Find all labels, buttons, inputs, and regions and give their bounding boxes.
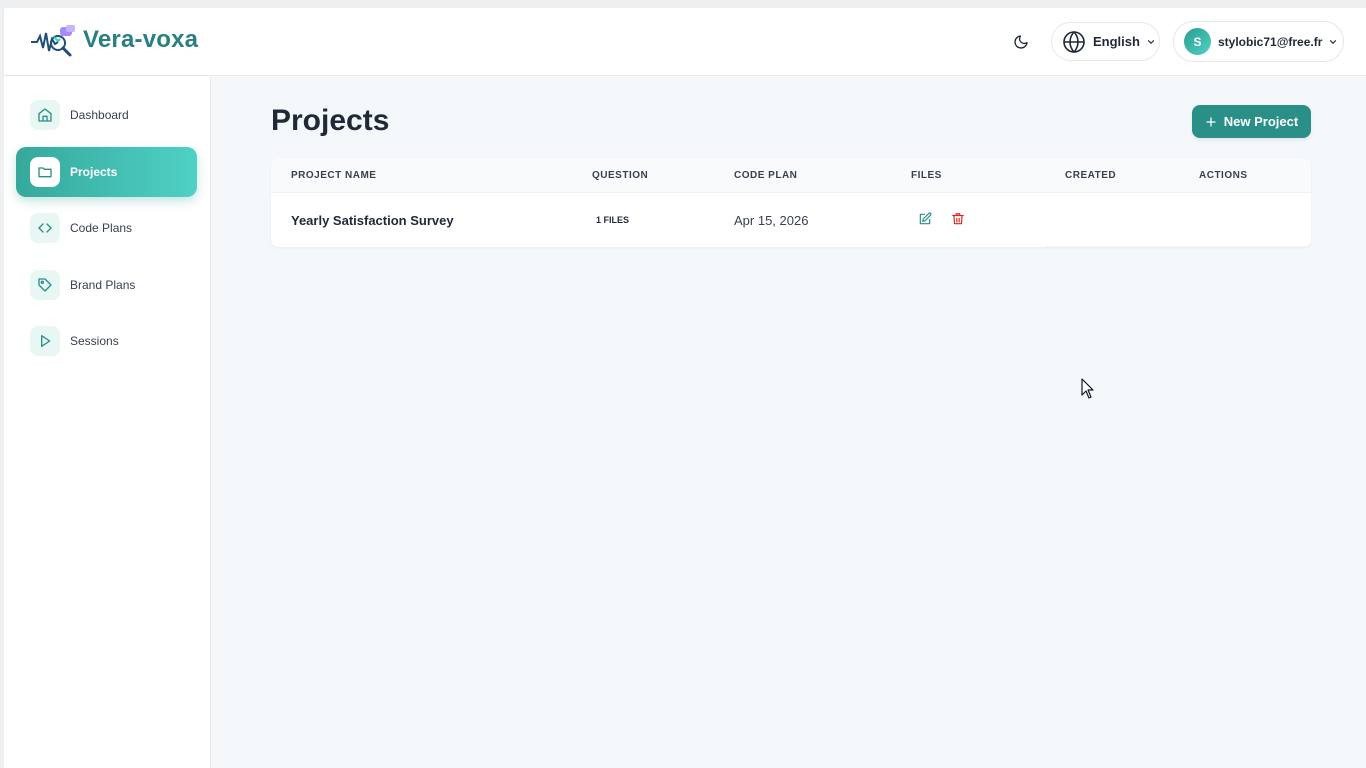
project-name[interactable]: Yearly Satisfaction Survey [291, 213, 454, 228]
sidebar-item-code-plans[interactable]: Code Plans [16, 203, 197, 253]
globe-icon [1063, 30, 1085, 53]
column-header-code-plan[interactable]: CODE PLAN [734, 170, 797, 181]
mouse-cursor-icon [1081, 378, 1094, 399]
sidebar-item-label: Brand Plans [70, 278, 136, 292]
table-header: PROJECT NAME QUESTION CODE PLAN FILES CR… [271, 158, 1311, 193]
sidebar-item-projects[interactable]: Projects [16, 147, 197, 197]
sidebar-item-label: Code Plans [70, 221, 133, 235]
new-project-button[interactable]: New Project [1192, 105, 1311, 138]
new-project-label: New Project [1223, 114, 1299, 129]
plus-icon [1206, 116, 1216, 127]
sidebar: Dashboard Projects Code Plans Brand Plan… [4, 77, 211, 768]
user-email: stylobic71@free.fr [1218, 34, 1323, 49]
chevron-down-icon [1330, 39, 1337, 44]
sidebar-item-label: Sessions [70, 334, 119, 348]
column-header-files[interactable]: FILES [911, 170, 942, 181]
column-header-created[interactable]: CREATED [1065, 170, 1116, 181]
files-badge: 1 FILES [596, 215, 630, 225]
page-title: Projects [271, 104, 390, 137]
sidebar-item-label: Dashboard [70, 108, 129, 122]
user-menu-button[interactable]: S stylobic71@free.fr [1173, 21, 1344, 62]
code-icon [30, 213, 60, 243]
sidebar-item-sessions[interactable]: Sessions [16, 316, 197, 366]
column-header-question[interactable]: QUESTION [592, 170, 648, 181]
sidebar-item-label: Projects [70, 165, 118, 179]
language-label: English [1093, 34, 1140, 49]
column-header-project-name[interactable]: PROJECT NAME [291, 170, 376, 181]
brand-name[interactable]: Vera-voxa [83, 26, 198, 54]
trash-icon[interactable] [951, 212, 965, 226]
folder-icon [30, 157, 60, 187]
column-header-actions: ACTIONS [1199, 170, 1248, 181]
project-date: Apr 15, 2026 [734, 213, 809, 228]
table-row[interactable]: Yearly Satisfaction Survey 1 FILES Apr 1… [271, 193, 1311, 247]
moon-icon [1014, 35, 1028, 49]
avatar: S [1184, 28, 1211, 55]
row-divider [1046, 246, 1311, 247]
language-selector[interactable]: English [1051, 22, 1160, 61]
edit-icon[interactable] [918, 212, 932, 226]
home-icon [30, 100, 60, 130]
top-header: Vera-voxa English S stylobic71@free.fr [4, 8, 1366, 76]
theme-toggle-button[interactable] [1007, 28, 1035, 56]
play-icon [30, 326, 60, 356]
main-content: Projects New Project PROJECT NAME QUESTI… [211, 77, 1366, 768]
sidebar-item-dashboard[interactable]: Dashboard [16, 90, 197, 140]
soundwave-magnifier-logo [31, 25, 75, 57]
tag-icon [30, 270, 60, 300]
sidebar-item-brand-plans[interactable]: Brand Plans [16, 260, 197, 310]
chevron-down-icon [1147, 39, 1155, 44]
projects-table: PROJECT NAME QUESTION CODE PLAN FILES CR… [271, 158, 1311, 247]
